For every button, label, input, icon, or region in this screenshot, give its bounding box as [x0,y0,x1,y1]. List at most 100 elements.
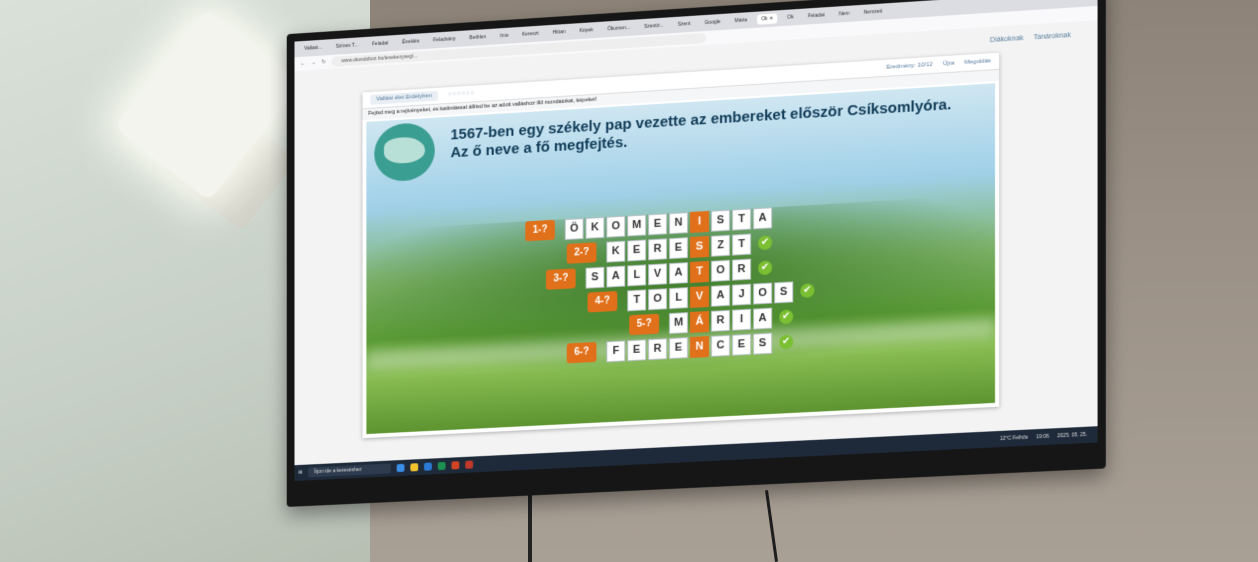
browser-tab[interactable]: Bethlen [466,32,491,44]
exercise-panel: Vallási élet Erdélyben ○○○○○○ Eredmény: … [362,52,1000,439]
letter-cell: E [648,213,668,236]
checkmark-icon: ✔ [758,235,773,251]
letter-cell: A [606,265,626,288]
checkmark-icon: ✔ [758,260,773,276]
taskbar-search[interactable]: Írjon ide a kereséshez [308,463,391,478]
browser-tab[interactable]: Ok [783,12,797,23]
folder-icon[interactable] [410,463,419,472]
browser-tab[interactable]: Szent [674,19,695,30]
row-label[interactable]: 3-? [545,268,576,290]
letter-cell: K [585,216,605,239]
letter-cell: R [732,258,752,281]
key-letter-cell: I [690,210,709,233]
key-letter-cell: T [690,260,709,283]
row-label[interactable]: 6-? [566,341,597,364]
progress-dots: ○○○○○○ [447,90,476,99]
letter-cell: E [627,339,647,362]
browser-tab[interactable]: Ökumen... [603,23,634,35]
pdf-icon[interactable] [465,460,474,469]
letter-cell: S [753,332,773,355]
browser-tab[interactable]: Feladat [368,38,392,49]
browser-tab[interactable]: Mária [731,15,752,26]
key-letter-cell: V [690,285,709,308]
solution-button[interactable]: Megoldás [964,58,991,66]
key-letter-cell: N [690,336,709,358]
teachers-link[interactable]: Tanároknak [1034,32,1071,41]
browser-tab[interactable]: Feladvány [429,34,459,46]
checkmark-icon: ✔ [800,283,815,299]
letter-cell: O [648,288,668,311]
letter-cell: A [669,262,689,285]
letter-cell: E [627,239,647,262]
letter-cell: K [606,240,626,263]
word-icon[interactable] [424,462,432,471]
browser-tab[interactable]: Feladat [804,10,829,22]
screen: Vallasi... Színes T... Feladat Éneklés Felad… [294,0,1098,481]
key-letter-cell: S [690,235,709,258]
browser-tab[interactable]: Nem [835,8,854,19]
crossword-grid: 1-? Ö K O M E N I S T A 2-? K E R E S Z T ✔ 3-? S A L V A T O R ✔ 4-? T… [366,83,995,434]
letter-cell: M [627,214,647,237]
browser-tab[interactable]: Vallasi... [300,42,326,54]
letter-cell: J [732,283,752,306]
row-label[interactable]: 2-? [566,242,597,264]
browser-tab[interactable]: Ima [496,30,512,41]
letter-cell: L [669,287,689,310]
letter-cell: I [732,308,752,331]
letter-cell: N [669,212,689,235]
browser-tab-active[interactable]: Ok ✕ [757,13,778,25]
browser-tab[interactable]: Nemzeti [860,6,887,18]
letter-cell: R [710,309,731,332]
letter-cell: E [669,237,689,260]
excel-icon[interactable] [437,461,446,471]
weather-label[interactable]: 12°C Felhős [1000,435,1028,442]
students-link[interactable]: Diákoknak [990,35,1023,44]
start-icon[interactable]: ⊞ [298,470,302,476]
letter-cell: F [606,340,626,363]
clock-date[interactable]: 2025. 05. 25. [1057,432,1087,440]
puzzle-stage: 1567-ben egy székely pap vezette az embe… [366,83,996,435]
browser-tab[interactable]: Színes T... [332,40,362,52]
letter-cell: T [627,289,647,312]
letter-cell: T [732,233,752,256]
browser-tab[interactable]: Kereszt [518,29,543,41]
back-icon[interactable]: ← [300,61,305,67]
exercise-title: Vallási élet Erdélyben [370,90,439,105]
browser-tab[interactable]: Google [700,17,724,29]
letter-cell: E [669,337,689,360]
letter-cell: C [710,334,731,357]
letter-cell: M [669,312,689,335]
browser-tab[interactable]: Szentír... [640,20,668,32]
browser-tab[interactable]: Képek [575,25,597,36]
letter-cell: O [753,282,773,305]
letter-cell: L [627,264,647,287]
row-label[interactable]: 5-? [629,313,660,336]
letter-cell: Z [710,234,731,257]
row-label[interactable]: 1-? [525,219,555,242]
letter-cell: O [710,259,731,282]
letter-cell: T [732,208,752,231]
row-label[interactable]: 4-? [587,290,618,313]
letter-cell: A [710,284,731,307]
letter-cell: V [648,263,668,286]
forward-icon[interactable]: → [311,60,316,66]
letter-cell: R [648,238,668,261]
powerpoint-icon[interactable] [451,461,460,470]
browser-tab[interactable]: Éneklés [398,36,423,48]
letter-cell: S [774,281,794,304]
reload-icon[interactable]: ↻ [322,59,326,65]
clock-time[interactable]: 19:06 [1036,434,1049,441]
key-letter-cell: Á [690,310,709,333]
letter-cell: S [710,209,731,232]
letter-cell: Ö [564,218,584,241]
score-label: Eredmény: 10/12 [886,61,933,71]
checkmark-icon: ✔ [779,334,794,350]
letter-cell: A [753,307,773,330]
tv-monitor: Vallasi... Színes T... Feladat Éneklés Felad… [286,0,1106,507]
letter-cell: R [648,338,668,361]
browser-tab[interactable]: Hittan [549,27,570,38]
letter-cell: O [606,215,626,238]
browser-icon[interactable] [396,463,405,473]
retry-button[interactable]: Újra [943,61,954,68]
letter-cell: A [753,207,773,230]
